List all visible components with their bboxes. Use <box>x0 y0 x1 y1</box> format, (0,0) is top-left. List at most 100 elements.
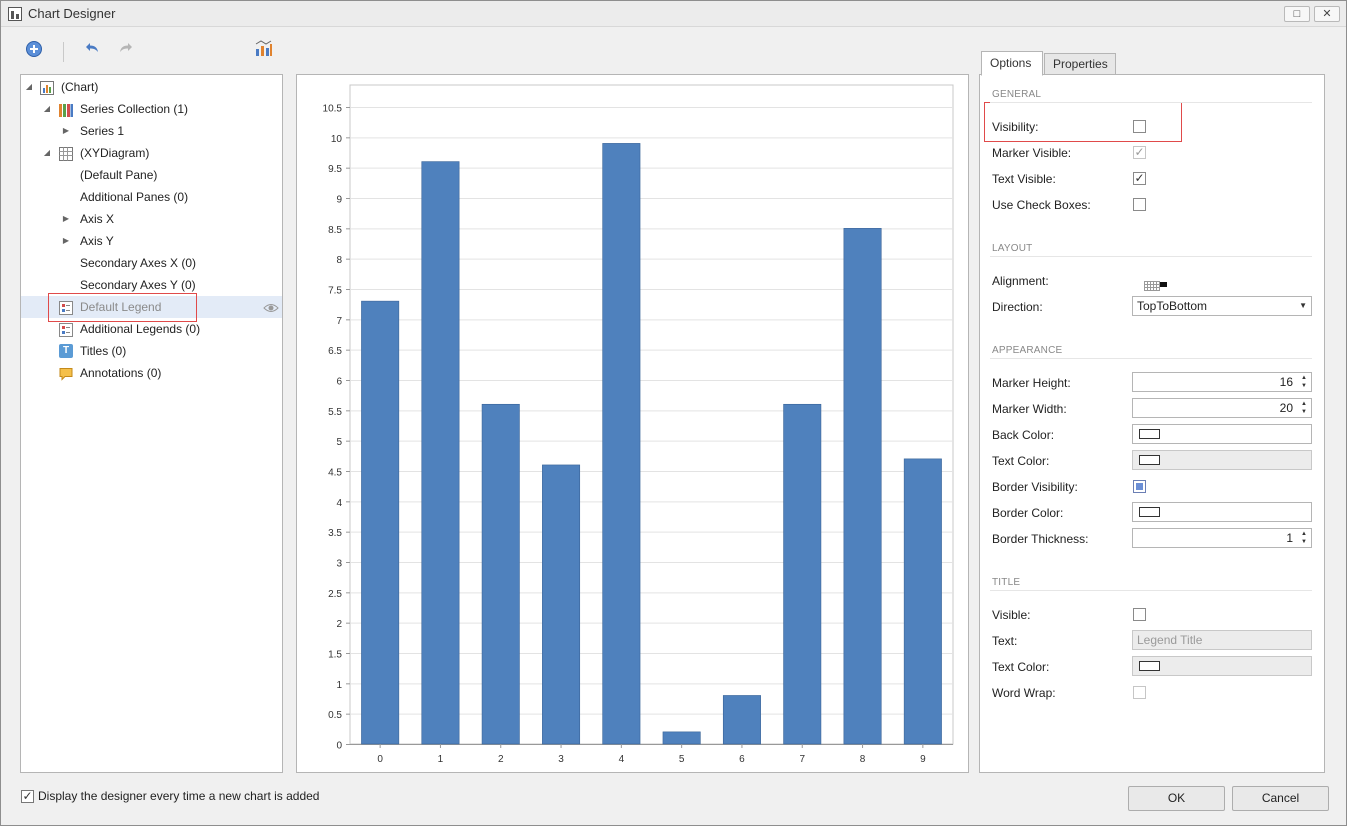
x-tick-label: 1 <box>438 754 444 765</box>
title-text-label: Text: <box>992 634 1018 648</box>
toolbar <box>1 28 1346 68</box>
x-tick-label: 7 <box>799 754 805 765</box>
y-tick-label: 9.5 <box>328 164 342 175</box>
close-button[interactable]: ✕ <box>1314 6 1340 22</box>
y-tick-label: 3 <box>336 559 342 570</box>
bar <box>662 731 701 745</box>
title-visible-label: Visible: <box>992 608 1031 622</box>
expand-arrow-icon[interactable]: ▶ <box>61 230 71 252</box>
ok-button[interactable]: OK <box>1128 786 1225 811</box>
display-designer-checkbox[interactable]: ✓ <box>21 790 34 803</box>
titles-icon: T <box>59 344 73 358</box>
alignment-picker-icon[interactable] <box>1144 280 1168 291</box>
visibility-label: Visibility: <box>992 120 1039 134</box>
y-tick-label: 3.5 <box>328 528 342 539</box>
y-tick-label: 8 <box>336 255 342 266</box>
tree-item-chart[interactable]: ◢ (Chart) <box>21 76 282 98</box>
border-thickness-value: 1 <box>1286 531 1293 545</box>
redo-icon[interactable] <box>115 38 137 60</box>
y-tick-label: 0.5 <box>328 710 342 721</box>
color-swatch <box>1139 661 1160 671</box>
chart-designer-window: Chart Designer □ ✕ ◢ (Chart) ◢ Series Co… <box>0 0 1347 826</box>
x-tick-label: 8 <box>860 754 866 765</box>
section-general-title: GENERAL <box>992 89 1042 100</box>
tree-item-additional-panes[interactable]: Additional Panes (0) <box>21 186 282 208</box>
tree-item-titles[interactable]: T Titles (0) <box>21 340 282 362</box>
tree-item-series-1[interactable]: ▶ Series 1 <box>21 120 282 142</box>
bar <box>421 161 460 745</box>
marker-width-value: 20 <box>1279 401 1293 415</box>
collapse-arrow-icon[interactable]: ◢ <box>42 142 52 164</box>
expand-arrow-icon[interactable]: ▶ <box>61 208 71 230</box>
use-check-boxes-label: Use Check Boxes: <box>992 198 1091 212</box>
border-visibility-checkbox[interactable] <box>1133 480 1146 493</box>
use-check-boxes-checkbox[interactable] <box>1133 198 1146 211</box>
window-title: Chart Designer <box>28 6 116 21</box>
marker-height-spinner[interactable]: 16 ▲ ▼ <box>1132 372 1312 392</box>
y-tick-label: 5.5 <box>328 407 342 418</box>
border-color-label: Border Color: <box>992 506 1064 520</box>
section-divider <box>990 102 1312 103</box>
series-collection-icon <box>59 102 73 117</box>
y-tick-label: 2.5 <box>328 589 342 600</box>
spin-arrows-icon[interactable]: ▲ ▼ <box>1300 530 1308 546</box>
text-visible-checkbox[interactable]: ✓ <box>1133 172 1146 185</box>
chart-icon <box>40 80 54 95</box>
cancel-button[interactable]: Cancel <box>1232 786 1329 811</box>
y-tick-label: 1.5 <box>328 650 342 661</box>
visibility-eye-icon[interactable] <box>263 300 279 314</box>
direction-dropdown[interactable]: TopToBottom ▼ <box>1132 296 1312 316</box>
x-tick-label: 6 <box>739 754 745 765</box>
legend-icon <box>59 322 73 337</box>
collapse-arrow-icon[interactable]: ◢ <box>24 76 34 98</box>
x-tick-label: 0 <box>377 754 383 765</box>
spin-arrows-icon[interactable]: ▲ ▼ <box>1300 374 1308 390</box>
visibility-checkbox[interactable] <box>1133 120 1146 133</box>
add-icon[interactable] <box>23 38 45 60</box>
marker-width-spinner[interactable]: 20 ▲ ▼ <box>1132 398 1312 418</box>
color-swatch <box>1139 455 1160 465</box>
tab-options[interactable]: Options <box>981 51 1043 76</box>
color-swatch <box>1139 507 1160 517</box>
text-visible-label: Text Visible: <box>992 172 1056 186</box>
word-wrap-checkbox[interactable] <box>1133 686 1146 699</box>
section-divider <box>990 358 1312 359</box>
title-text-input[interactable]: Legend Title <box>1132 630 1312 650</box>
tree-item-xydiagram[interactable]: ◢ (XYDiagram) <box>21 142 282 164</box>
tree-item-annotations[interactable]: Annotations (0) <box>21 362 282 384</box>
title-visible-checkbox[interactable] <box>1133 608 1146 621</box>
tree-item-series-collection[interactable]: ◢ Series Collection (1) <box>21 98 282 120</box>
word-wrap-label: Word Wrap: <box>992 686 1056 700</box>
marker-visible-checkbox[interactable]: ✓ <box>1133 146 1146 159</box>
marker-visible-label: Marker Visible: <box>992 146 1072 160</box>
bar <box>602 143 641 745</box>
collapse-arrow-icon[interactable]: ◢ <box>42 98 52 120</box>
back-color-label: Back Color: <box>992 428 1055 442</box>
tab-properties[interactable]: Properties <box>1044 53 1116 75</box>
spin-arrows-icon[interactable]: ▲ ▼ <box>1300 400 1308 416</box>
tree-item-secondary-axes-x[interactable]: Secondary Axes X (0) <box>21 252 282 274</box>
tree-item-axis-x[interactable]: ▶ Axis X <box>21 208 282 230</box>
chart-elements-tree: ◢ (Chart) ◢ Series Collection (1) ▶ Seri… <box>20 74 283 773</box>
x-tick-label: 5 <box>679 754 685 765</box>
back-color-picker[interactable] <box>1132 424 1312 444</box>
tree-item-axis-y[interactable]: ▶ Axis Y <box>21 230 282 252</box>
y-tick-label: 1 <box>336 680 342 691</box>
diagram-icon <box>59 146 73 161</box>
border-color-picker[interactable] <box>1132 502 1312 522</box>
y-tick-label: 7.5 <box>328 286 342 297</box>
options-panel: GENERAL Visibility: Marker Visible: ✓ Te… <box>979 74 1325 773</box>
border-thickness-spinner[interactable]: 1 ▲ ▼ <box>1132 528 1312 548</box>
expand-arrow-icon[interactable]: ▶ <box>61 120 71 142</box>
maximize-button[interactable]: □ <box>1284 6 1310 22</box>
undo-icon[interactable] <box>81 38 103 60</box>
title-text-color-picker[interactable] <box>1132 656 1312 676</box>
highlight-box <box>48 293 197 322</box>
y-tick-label: 4 <box>336 498 342 509</box>
bar <box>481 403 520 745</box>
chart-wizard-icon[interactable] <box>253 38 275 60</box>
bar <box>542 464 581 745</box>
tree-item-default-pane[interactable]: (Default Pane) <box>21 164 282 186</box>
text-color-picker[interactable] <box>1132 450 1312 470</box>
bar <box>361 300 400 745</box>
